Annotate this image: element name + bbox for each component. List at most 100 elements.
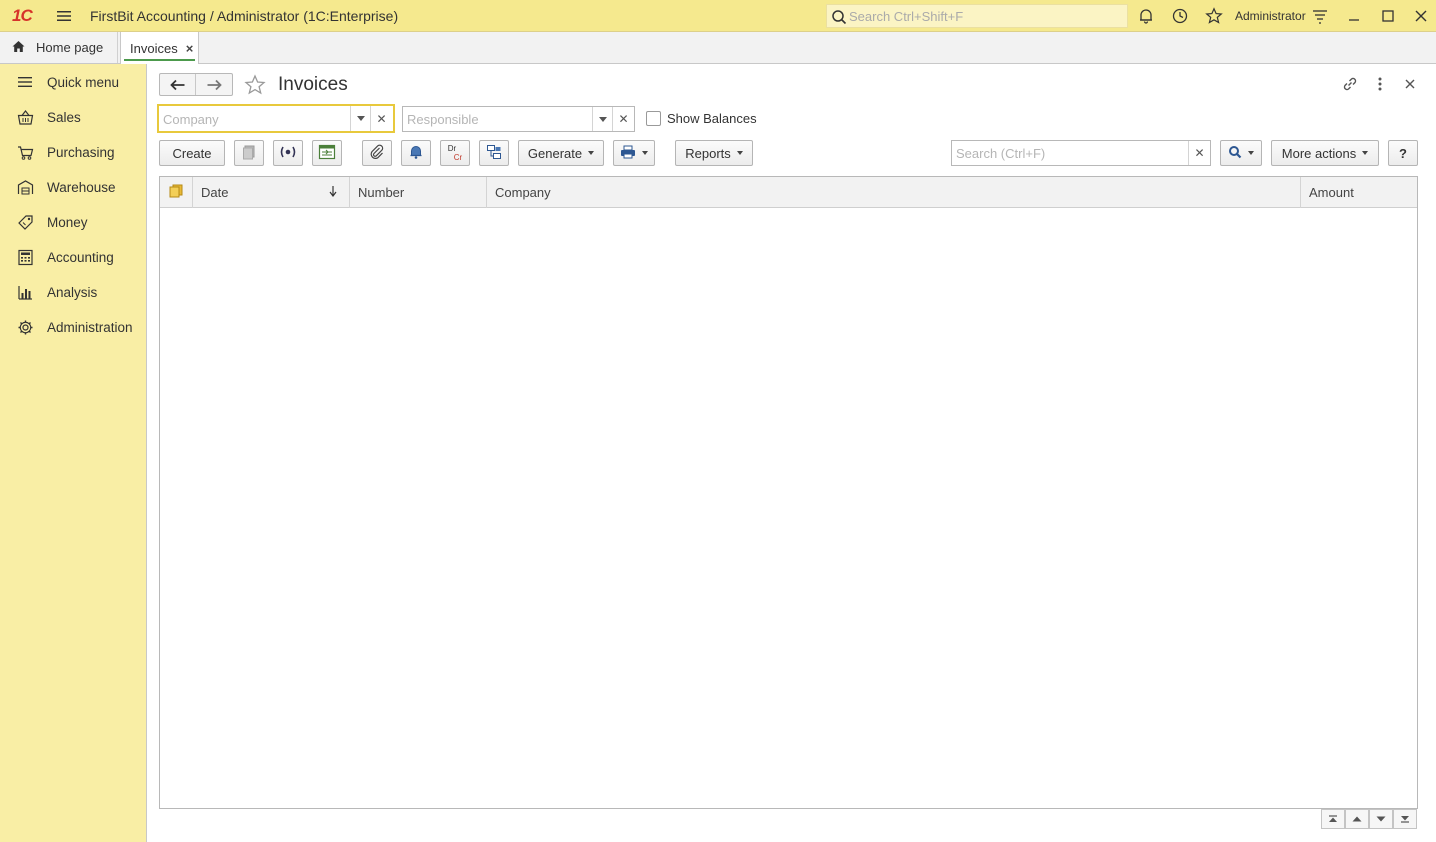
responsible-clear-icon[interactable]: ✕ — [612, 107, 634, 131]
sidebar-item-accounting[interactable]: Accounting — [0, 242, 146, 272]
structure-button[interactable] — [479, 140, 509, 166]
chevron-down-icon — [1248, 151, 1254, 155]
user-name[interactable]: Administrator — [1235, 9, 1306, 23]
sidebar-item-analysis[interactable]: Analysis — [0, 277, 146, 307]
company-field[interactable]: ✕ — [157, 104, 395, 133]
sidebar-item-label: Purchasing — [47, 144, 115, 160]
favorites-star-icon[interactable] — [1204, 6, 1224, 26]
invoices-form: Invoices ✕ ✕ Show Balances Create Dr Cr — [148, 64, 1436, 842]
history-icon[interactable] — [1170, 6, 1190, 26]
copy-button[interactable] — [234, 140, 264, 166]
close-form-icon[interactable] — [1400, 74, 1420, 94]
show-balances-checkbox[interactable] — [646, 111, 661, 126]
maximize-icon[interactable] — [1378, 6, 1398, 26]
post-button[interactable] — [273, 140, 303, 166]
more-actions-button[interactable]: More actions — [1271, 140, 1379, 166]
invoices-table[interactable]: Date Number Company Amount — [159, 176, 1418, 809]
home-icon — [11, 39, 26, 57]
reports-button[interactable]: Reports — [675, 140, 753, 166]
section-panel: Quick menu Sales Purchasing Warehouse Mo… — [0, 64, 147, 842]
sidebar-item-warehouse[interactable]: Warehouse — [0, 172, 146, 202]
tab-home-label: Home page — [36, 40, 104, 55]
copy-icon — [241, 144, 257, 163]
scroll-down-icon[interactable] — [1369, 809, 1393, 829]
create-button[interactable]: Create — [159, 140, 225, 166]
warehouse-icon — [16, 178, 34, 196]
main-menu-icon[interactable] — [56, 8, 72, 24]
chevron-down-icon — [736, 151, 743, 155]
sidebar-item-label: Accounting — [47, 249, 114, 265]
back-arrow-icon[interactable] — [160, 74, 197, 95]
scroll-to-bottom-icon[interactable] — [1393, 809, 1417, 829]
column-header-date[interactable]: Date — [193, 177, 350, 208]
column-header-amount[interactable]: Amount — [1301, 177, 1417, 208]
sidebar-item-label: Warehouse — [47, 179, 116, 195]
tab-home-page[interactable]: Home page — [0, 32, 118, 63]
scroll-up-icon[interactable] — [1345, 809, 1369, 829]
show-balances-label[interactable]: Show Balances — [667, 111, 757, 126]
close-window-icon[interactable] — [1411, 6, 1431, 26]
reminder-button[interactable] — [401, 140, 431, 166]
print-button[interactable] — [613, 140, 655, 166]
sidebar-item-label: Money — [47, 214, 88, 230]
chevron-down-icon — [588, 151, 595, 155]
list-search[interactable]: ✕ — [951, 140, 1211, 166]
more-vertical-icon[interactable] — [1370, 74, 1390, 94]
responsible-field[interactable]: ✕ — [402, 106, 635, 132]
printer-icon — [620, 145, 636, 162]
help-button[interactable]: ? — [1388, 140, 1418, 166]
journal-icon — [318, 144, 336, 163]
minimize-icon[interactable] — [1344, 6, 1364, 26]
search-options-button[interactable] — [1220, 140, 1262, 166]
dr-cr-button[interactable]: Dr Cr — [440, 140, 470, 166]
sidebar-item-money[interactable]: Money — [0, 207, 146, 237]
sidebar-item-sales[interactable]: Sales — [0, 102, 146, 132]
chevron-down-icon — [1362, 151, 1369, 155]
generate-label: Generate — [527, 145, 583, 161]
link-icon[interactable] — [1340, 74, 1360, 94]
company-input[interactable] — [163, 110, 343, 128]
journal-button[interactable] — [312, 140, 342, 166]
generate-button[interactable]: Generate — [518, 140, 604, 166]
tab-invoices[interactable]: Invoices × — [120, 32, 199, 64]
responsible-dropdown-icon[interactable] — [592, 107, 612, 131]
company-clear-icon[interactable]: ✕ — [370, 106, 392, 131]
list-search-input[interactable] — [956, 144, 1184, 162]
sidebar-item-label: Administration — [47, 319, 133, 335]
global-search-input[interactable] — [849, 7, 1119, 25]
tab-invoices-label: Invoices — [130, 40, 178, 56]
menu-icon — [16, 73, 34, 91]
window-title: FirstBit Accounting / Administrator (1C:… — [90, 8, 399, 24]
cr-label: Cr — [453, 153, 463, 162]
status-column-header[interactable] — [160, 177, 193, 208]
global-search[interactable] — [826, 4, 1128, 28]
more-actions-label: More actions — [1281, 145, 1357, 161]
sidebar-item-purchasing[interactable]: Purchasing — [0, 137, 146, 167]
sidebar-item-label: Quick menu — [47, 74, 120, 90]
document-status-icon — [168, 184, 184, 201]
column-header-label: Company — [495, 185, 551, 200]
company-dropdown-icon[interactable] — [350, 106, 370, 131]
bell-icon[interactable] — [1136, 6, 1156, 26]
sidebar-item-label: Analysis — [47, 284, 98, 300]
scroll-to-top-icon[interactable] — [1321, 809, 1345, 829]
reminder-bell-icon — [408, 144, 424, 163]
calculator-icon — [16, 248, 34, 266]
column-header-number[interactable]: Number — [350, 177, 487, 208]
column-header-company[interactable]: Company — [487, 177, 1301, 208]
list-search-clear-icon[interactable]: ✕ — [1188, 141, 1210, 165]
dr-label: Dr — [447, 144, 457, 153]
sidebar-item-administration[interactable]: Administration — [0, 312, 146, 342]
table-header: Date Number Company Amount — [160, 177, 1417, 208]
attach-file-button[interactable] — [362, 140, 392, 166]
add-to-favorites-star-icon[interactable] — [244, 74, 266, 96]
responsible-input[interactable] — [407, 110, 587, 128]
tab-close-icon[interactable]: × — [186, 41, 194, 56]
column-header-label: Amount — [1309, 185, 1354, 200]
forward-arrow-icon[interactable] — [196, 74, 232, 95]
settings-filter-icon[interactable] — [1310, 6, 1330, 26]
tab-bar: Home page Invoices × — [0, 32, 1436, 64]
sidebar-item-quick-menu[interactable]: Quick menu — [0, 67, 146, 97]
paperclip-icon — [369, 144, 385, 163]
column-header-label: Number — [358, 185, 405, 200]
